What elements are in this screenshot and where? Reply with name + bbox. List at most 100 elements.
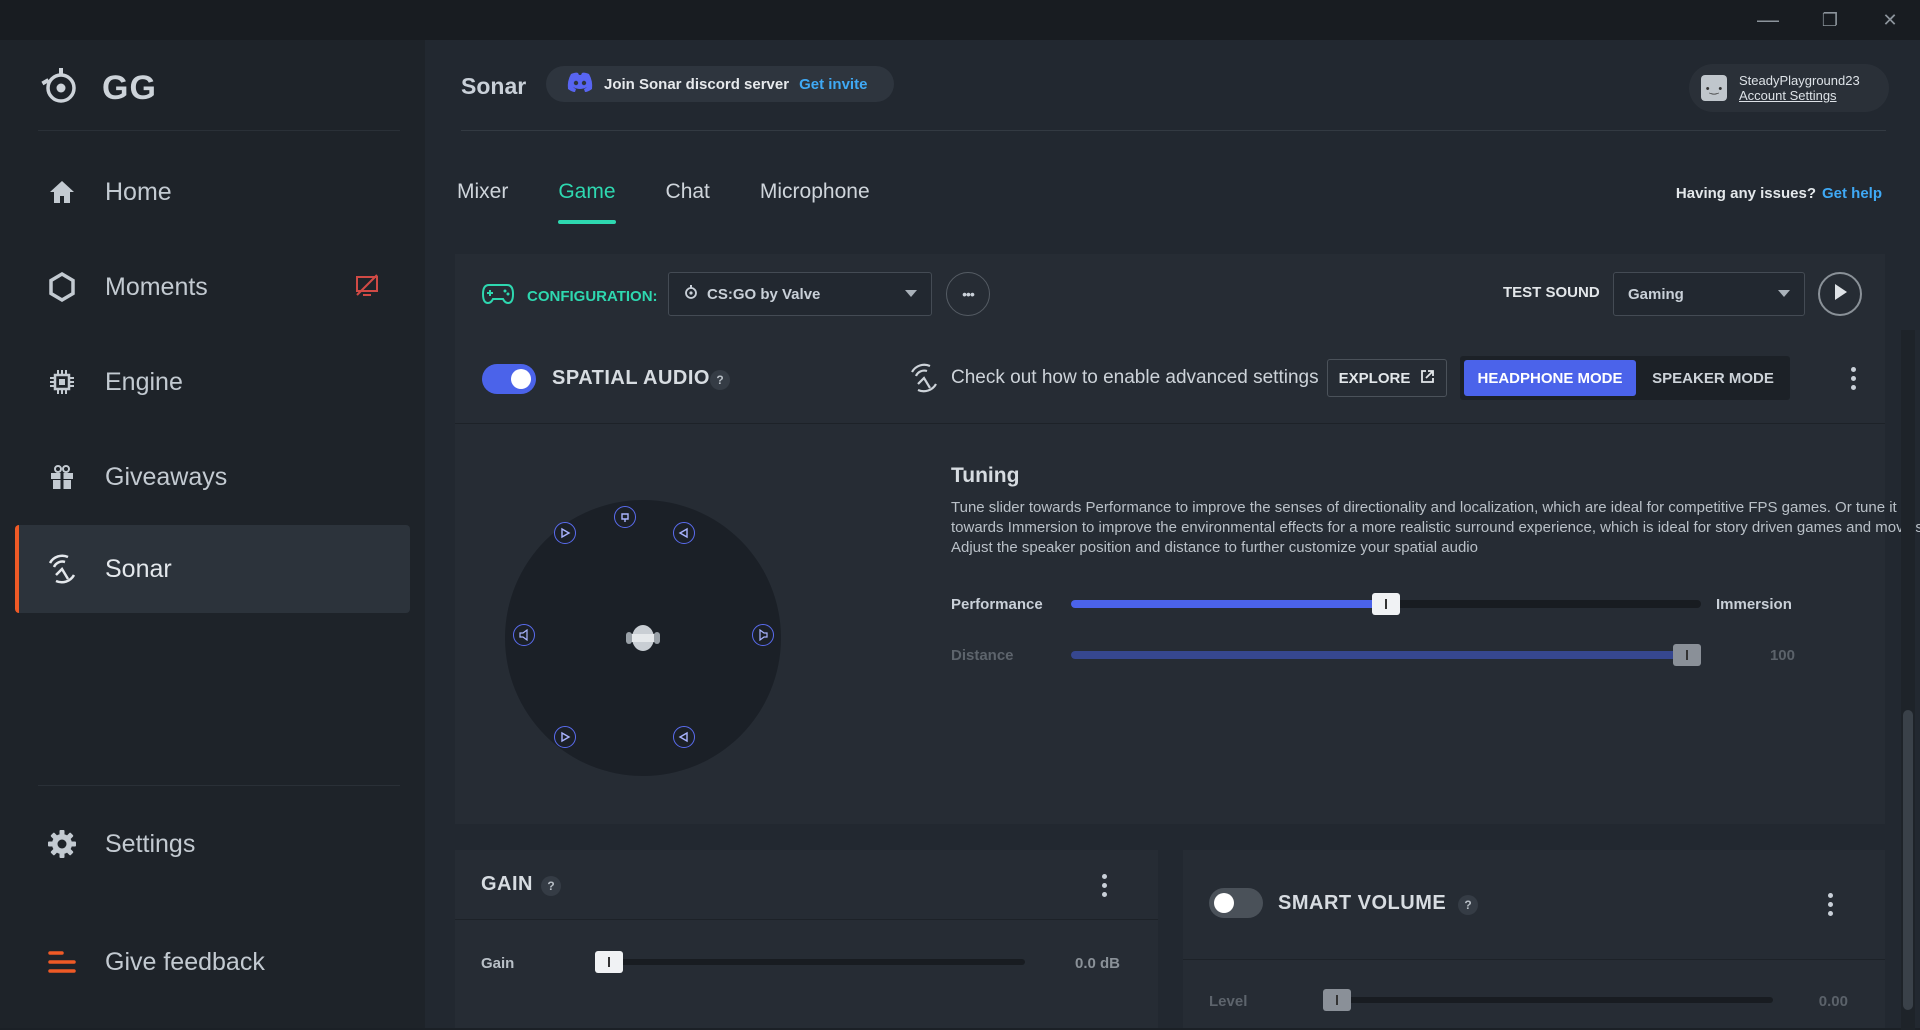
account-settings-link[interactable]: Account Settings <box>1739 88 1860 103</box>
hexagon-icon <box>45 270 79 304</box>
sonar-icon <box>908 362 940 399</box>
issues-text: Having any issues? <box>1675 185 1816 202</box>
play-icon <box>1832 283 1848 306</box>
header-divider <box>461 130 1886 131</box>
gain-label: Gain <box>481 955 515 972</box>
performance-label: Performance <box>951 596 1043 613</box>
test-sound-label: TEST SOUND <box>1503 284 1600 301</box>
scrollbar[interactable] <box>1901 330 1915 1030</box>
distance-label: Distance <box>951 647 1014 664</box>
chip-icon <box>45 365 79 399</box>
main-content: Sonar Join Sonar discord server Get invi… <box>425 40 1920 1030</box>
gain-menu-icon[interactable] <box>1094 870 1114 900</box>
gift-icon <box>45 460 79 494</box>
gamepad-icon <box>481 282 515 310</box>
sonar-icon <box>45 552 79 586</box>
tuning-slider-fill <box>1071 600 1386 608</box>
steelseries-small-icon <box>683 284 699 304</box>
help-icon[interactable]: ? <box>1458 895 1478 915</box>
speaker-front-left-icon[interactable] <box>554 522 576 544</box>
speaker-side-left-icon[interactable] <box>513 624 535 646</box>
sidebar-item-engine[interactable]: Engine <box>15 338 410 426</box>
speaker-front-right-icon[interactable] <box>673 522 695 544</box>
sidebar-item-label: Home <box>105 177 172 206</box>
level-slider-track[interactable] <box>1323 997 1773 1003</box>
feedback-icon <box>45 945 79 979</box>
help-icon[interactable]: ? <box>710 370 730 390</box>
gain-header: GAIN ? <box>455 850 1158 920</box>
minimize-button[interactable]: — <box>1748 6 1788 34</box>
help-prompt: Having any issues? Get help <box>1676 185 1882 202</box>
help-icon[interactable]: ? <box>541 876 561 896</box>
sidebar-item-home[interactable]: Home <box>15 148 410 236</box>
close-button[interactable]: ✕ <box>1870 6 1910 34</box>
sidebar-item-label: Settings <box>105 829 196 858</box>
configuration-bar: CONFIGURATION: CS:GO by Valve ••• TEST S… <box>455 254 1885 334</box>
brand-logo[interactable]: GG <box>40 66 157 111</box>
discord-banner[interactable]: Join Sonar discord server Get invite <box>546 66 894 102</box>
play-test-sound-button[interactable] <box>1818 272 1862 316</box>
distance-slider-track[interactable] <box>1071 651 1701 659</box>
gear-icon <box>45 827 79 861</box>
speaker-rear-right-icon[interactable] <box>673 726 695 748</box>
sidebar-item-moments[interactable]: Moments <box>15 243 410 331</box>
spatial-audio-menu-icon[interactable] <box>1843 363 1863 393</box>
immersion-label: Immersion <box>1716 596 1792 613</box>
speaker-mode-button[interactable]: SPEAKER MODE <box>1640 360 1786 396</box>
get-help-link[interactable]: Get help <box>1822 185 1882 202</box>
explore-label: EXPLORE <box>1338 369 1411 387</box>
gain-slider-track[interactable] <box>595 959 1025 965</box>
tab-game[interactable]: Game <box>558 180 616 224</box>
smart-volume-card: SMART VOLUME ? Level 0.00 <box>1183 850 1885 1028</box>
headphone-mode-button[interactable]: HEADPHONE MODE <box>1464 360 1636 396</box>
title-bar: — ❐ ✕ <box>0 0 1920 40</box>
more-horizontal-icon: ••• <box>962 286 975 302</box>
toggle-knob <box>1214 893 1234 913</box>
speaker-center-icon[interactable] <box>614 506 636 528</box>
sidebar-item-giveaways[interactable]: Giveaways <box>15 433 410 521</box>
tuning-title: Tuning <box>951 464 1020 487</box>
sidebar: GG Home Moments Engine Giveaways Sonar S… <box>0 40 425 1028</box>
speaker-side-right-icon[interactable] <box>752 624 774 646</box>
tab-chat[interactable]: Chat <box>666 180 710 224</box>
sidebar-item-sonar[interactable]: Sonar <box>15 525 410 613</box>
sidebar-item-label: Give feedback <box>105 947 265 976</box>
more-options-button[interactable]: ••• <box>946 272 990 316</box>
sidebar-item-give-feedback[interactable]: Give feedback <box>15 918 410 1006</box>
level-label: Level <box>1209 993 1248 1010</box>
tab-bar: Mixer Game Chat Microphone <box>457 180 920 224</box>
configuration-label: CONFIGURATION: <box>481 282 658 310</box>
home-icon <box>45 175 79 209</box>
level-slider-thumb[interactable] <box>1323 989 1351 1011</box>
explore-button[interactable]: EXPLORE <box>1327 359 1447 397</box>
smart-volume-toggle[interactable] <box>1209 888 1263 918</box>
sidebar-item-label: Sonar <box>105 554 172 583</box>
account-widget[interactable]: •‿• SteadyPlayground23 Account Settings <box>1689 64 1889 112</box>
test-sound-select[interactable]: Gaming <box>1613 272 1805 316</box>
gain-slider-thumb[interactable] <box>595 951 623 973</box>
listener-head-icon[interactable] <box>626 623 660 658</box>
restore-button[interactable]: ❐ <box>1810 6 1850 34</box>
sidebar-divider <box>38 785 400 786</box>
sidebar-item-label: Giveaways <box>105 462 228 491</box>
sidebar-item-label: Moments <box>105 272 208 301</box>
sidebar-item-settings[interactable]: Settings <box>15 800 410 888</box>
distance-value: 100 <box>1769 647 1795 664</box>
discord-icon <box>566 71 594 97</box>
speaker-position-field[interactable] <box>505 500 781 776</box>
scrollbar-thumb[interactable] <box>1903 710 1913 1010</box>
avatar: •‿• <box>1701 75 1727 101</box>
chevron-down-icon <box>1778 290 1790 297</box>
spatial-audio-toggle[interactable] <box>482 364 536 394</box>
mode-toggle-group: HEADPHONE MODE SPEAKER MODE <box>1460 356 1790 400</box>
configuration-select[interactable]: CS:GO by Valve <box>668 272 932 316</box>
smart-volume-menu-icon[interactable] <box>1820 889 1840 919</box>
tuning-slider-thumb[interactable] <box>1372 593 1400 615</box>
spatial-audio-title: SPATIAL AUDIO <box>552 367 710 389</box>
tab-mixer[interactable]: Mixer <box>457 180 508 224</box>
configuration-label-text: CONFIGURATION: <box>527 287 658 305</box>
speaker-rear-left-icon[interactable] <box>554 726 576 748</box>
toggle-knob <box>511 369 531 389</box>
get-invite-link[interactable]: Get invite <box>799 76 867 93</box>
tab-microphone[interactable]: Microphone <box>760 180 870 224</box>
